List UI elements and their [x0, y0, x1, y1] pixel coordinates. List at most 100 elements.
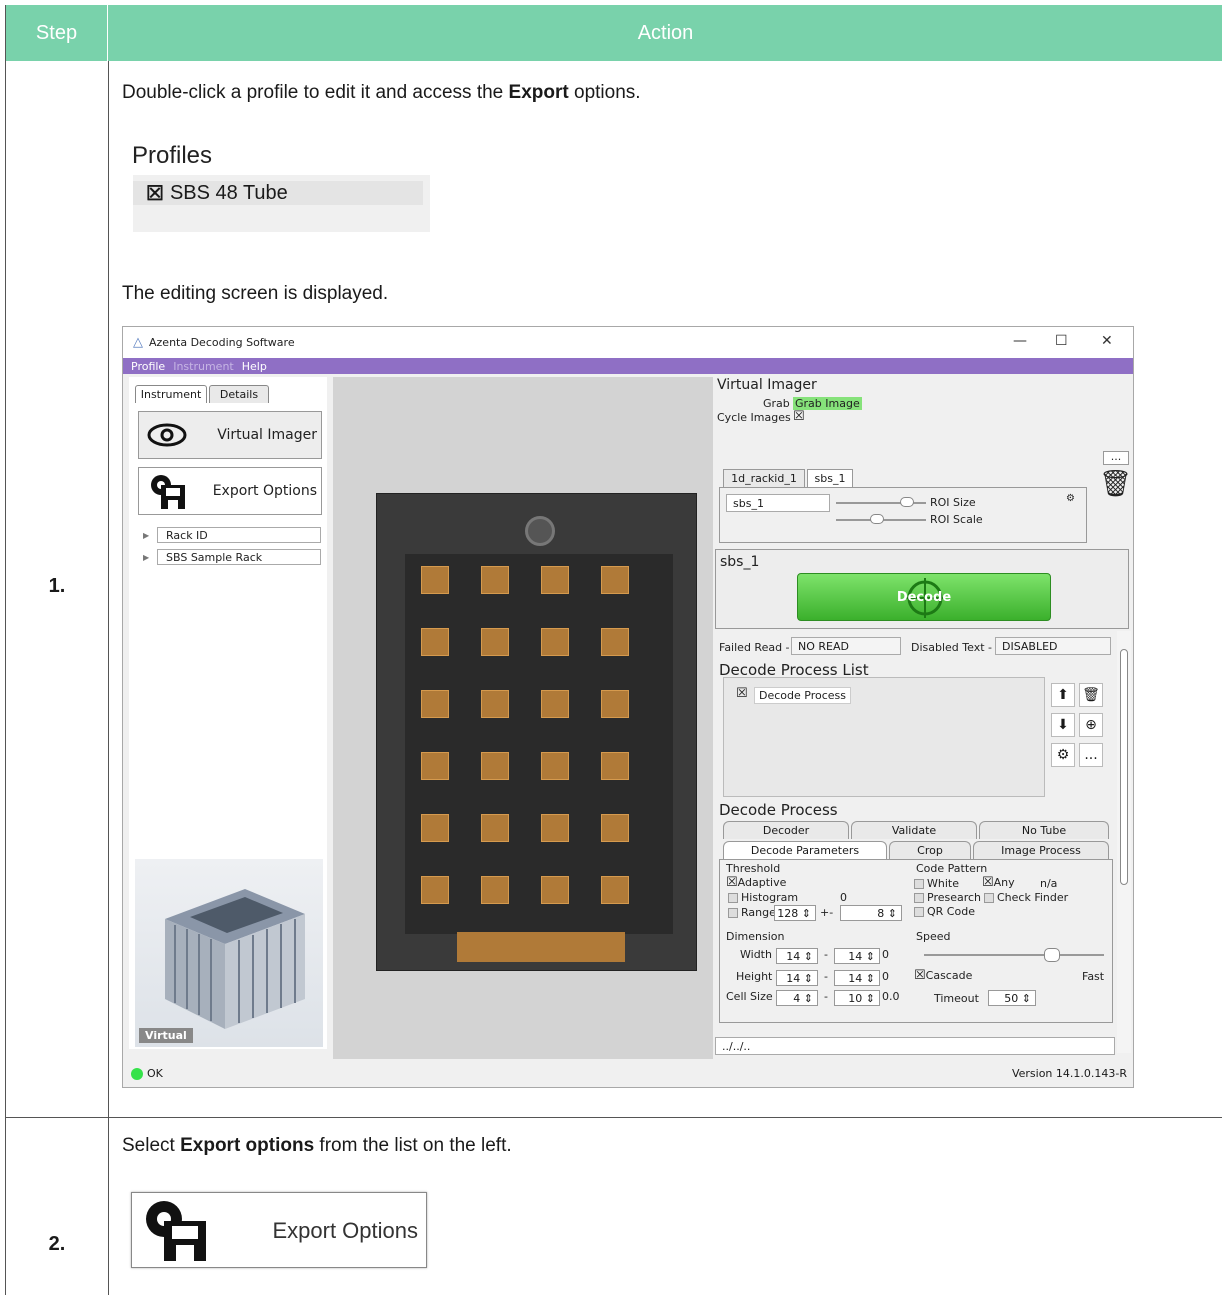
failed-read-field[interactable]: NO READ: [791, 637, 901, 655]
menu-instrument[interactable]: Instrument: [173, 360, 234, 373]
tube-well: [541, 814, 569, 842]
width-max-spinbox[interactable]: 14 ⇕: [834, 948, 880, 964]
expand-arrow-icon[interactable]: ▶: [143, 531, 157, 540]
tab-decode-parameters[interactable]: Decode Parameters: [723, 841, 887, 859]
app-logo-icon: △: [133, 335, 143, 350]
roi-panel: sbs_1 ROI Size ROI Scale ⚙: [719, 487, 1087, 543]
profile-item[interactable]: ☒ SBS 48 Tube: [133, 181, 423, 205]
close-icon[interactable]: ✕: [1101, 333, 1113, 349]
tab-image-process[interactable]: Image Process: [973, 841, 1109, 859]
qr-code-option[interactable]: QR Code: [914, 905, 975, 918]
menu-profile[interactable]: Profile: [131, 360, 165, 373]
tab-no-tube[interactable]: No Tube: [979, 821, 1109, 839]
range-pm-spinbox[interactable]: 8 ⇕: [840, 905, 902, 921]
threshold-title: Threshold: [726, 862, 781, 875]
process-item[interactable]: Decode Process: [754, 687, 851, 704]
tree-item-rack-id[interactable]: ▶ Rack ID: [143, 527, 321, 543]
failed-read-label: Failed Read -: [719, 641, 790, 654]
column-divider: [108, 61, 109, 1295]
tube-well: [601, 628, 629, 656]
step-number-2: 2.: [48, 1233, 66, 1255]
roi-scale-label: ROI Scale: [930, 513, 983, 526]
minimize-icon[interactable]: —: [1013, 333, 1027, 349]
imager-device-illustration: [165, 889, 305, 1029]
scroll-thumb[interactable]: [1120, 649, 1128, 885]
decode-process-list[interactable]: ☒ Decode Process: [723, 677, 1045, 797]
left-panel: Instrument Details Virtual Imager Export…: [129, 377, 327, 1049]
histogram-option[interactable]: Histogram: [728, 891, 798, 904]
adaptive-option[interactable]: ☒Adaptive: [726, 875, 786, 890]
tube-well: [601, 814, 629, 842]
menu-help[interactable]: Help: [242, 360, 267, 373]
version-label: Version 14.1.0.143-R: [1011, 1067, 1127, 1080]
roi-section-name: sbs_1: [720, 554, 760, 570]
range-spinbox[interactable]: 128 ⇕: [774, 905, 816, 921]
width-suffix: 0: [882, 948, 889, 961]
height-min-spinbox[interactable]: 14 ⇕: [776, 970, 818, 986]
image-viewer[interactable]: [333, 377, 713, 1059]
tab-roi-1d-rackid[interactable]: 1d_rackid_1: [723, 469, 805, 487]
export-options-button[interactable]: Export Options: [138, 467, 322, 515]
histogram-value: 0: [840, 891, 847, 904]
range-option[interactable]: Range: [728, 906, 776, 919]
tab-roi-sbs[interactable]: sbs_1: [807, 469, 853, 487]
tube-well: [421, 628, 449, 656]
tube-well: [481, 566, 509, 594]
expand-arrow-icon[interactable]: ▶: [143, 553, 157, 562]
export-options-snippet[interactable]: Export Options: [131, 1192, 427, 1268]
tab-validate[interactable]: Validate: [851, 821, 977, 839]
white-option[interactable]: White: [914, 877, 959, 890]
grab-label: Grab: [763, 397, 790, 410]
maximize-icon[interactable]: ☐: [1055, 333, 1068, 349]
trash-icon[interactable]: 🗑: [1099, 469, 1132, 499]
cell-max-spinbox[interactable]: 10 ⇕: [834, 990, 880, 1006]
virtual-device-image: Virtual: [135, 859, 323, 1047]
row-divider: [6, 1117, 1222, 1118]
speed-title: Speed: [916, 930, 951, 943]
tab-instrument[interactable]: Instrument: [135, 385, 207, 403]
step1-instruction: Double-click a profile to edit it and ac…: [122, 82, 641, 103]
right-scrollbar[interactable]: [1117, 631, 1131, 1053]
timeout-spinbox[interactable]: 50 ⇕: [988, 990, 1036, 1006]
check-finder-option[interactable]: Check Finder: [984, 891, 1068, 904]
rack-image: [376, 493, 697, 971]
roi-size-knob[interactable]: [900, 497, 914, 507]
more-button[interactable]: ...: [1103, 451, 1129, 465]
virtual-badge: Virtual: [139, 1028, 193, 1043]
virtual-imager-button[interactable]: Virtual Imager: [138, 411, 322, 459]
export-gear-icon[interactable]: ⚙: [1051, 743, 1075, 767]
gear-floppy-icon: [151, 475, 185, 509]
move-up-icon[interactable]: ⬆: [1051, 683, 1075, 707]
link-icon[interactable]: ⚙: [1066, 493, 1075, 504]
tab-decoder[interactable]: Decoder: [723, 821, 849, 839]
add-process-icon[interactable]: ⊕: [1079, 713, 1103, 737]
imager-title: Virtual Imager: [717, 377, 817, 393]
tab-crop[interactable]: Crop: [889, 841, 971, 859]
move-down-icon[interactable]: ⬇: [1051, 713, 1075, 737]
profiles-title: Profiles: [132, 142, 213, 169]
cascade-option[interactable]: ☒Cascade: [914, 968, 972, 983]
cell-dash: -: [824, 990, 828, 1003]
roi-name-field[interactable]: sbs_1: [726, 494, 830, 512]
process-more-button[interactable]: ...: [1079, 743, 1103, 767]
speed-slider[interactable]: [924, 954, 1104, 956]
height-max-spinbox[interactable]: 14 ⇕: [834, 970, 880, 986]
disabled-text-field[interactable]: DISABLED: [995, 637, 1111, 655]
checkbox-x-icon[interactable]: ☒: [146, 181, 164, 206]
width-min-spinbox[interactable]: 14 ⇕: [776, 948, 818, 964]
step1-result: The editing screen is displayed.: [122, 283, 389, 304]
presearch-option[interactable]: Presearch: [914, 891, 981, 904]
cycle-images-checkbox[interactable]: ☒: [793, 409, 805, 424]
delete-process-icon[interactable]: 🗑: [1079, 683, 1103, 707]
path-field[interactable]: ../../..: [715, 1037, 1115, 1055]
cell-min-spinbox[interactable]: 4 ⇕: [776, 990, 818, 1006]
tube-well: [481, 814, 509, 842]
speed-knob[interactable]: [1044, 948, 1060, 962]
roi-scale-knob[interactable]: [870, 514, 884, 524]
cell-size-label: Cell Size: [726, 990, 773, 1003]
decode-button[interactable]: Decode: [797, 573, 1051, 621]
tab-details[interactable]: Details: [209, 385, 269, 403]
any-option[interactable]: ☒Any: [982, 875, 1015, 890]
process-checkbox[interactable]: ☒: [736, 686, 748, 701]
tree-item-sbs-sample-rack[interactable]: ▶ SBS Sample Rack: [143, 549, 321, 565]
